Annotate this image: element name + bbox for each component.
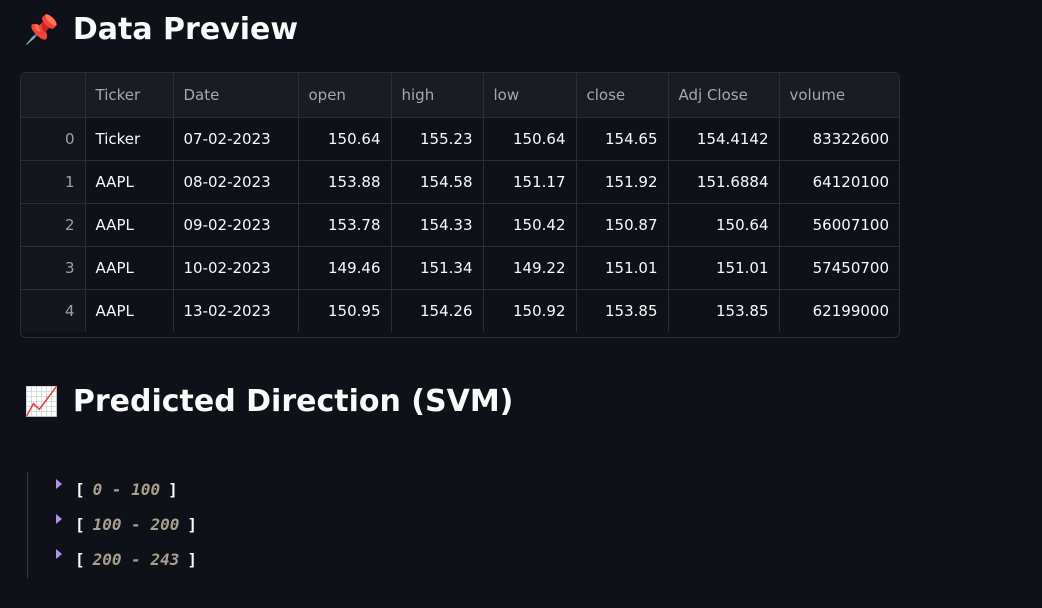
json-group-label[interactable]: [ 200 - 243 ] xyxy=(75,550,197,569)
cell-open[interactable]: 150.95 xyxy=(298,289,392,332)
cell-date[interactable]: 10-02-2023 xyxy=(173,246,299,290)
cell-low[interactable]: 150.92 xyxy=(483,289,577,332)
cell-volume[interactable]: 83322600 xyxy=(779,117,899,161)
cell-ticker[interactable]: AAPL xyxy=(85,246,174,290)
column-header-high[interactable]: high xyxy=(391,73,484,118)
cell-adj-close[interactable]: 153.85 xyxy=(668,289,780,332)
cell-low[interactable]: 149.22 xyxy=(483,246,577,290)
json-group-label[interactable]: [ 0 - 100 ] xyxy=(75,480,178,499)
cell-close[interactable]: 151.92 xyxy=(576,160,669,204)
table-row: 2 AAPL 09-02-2023 153.78 154.33 150.42 1… xyxy=(21,203,899,247)
table-header-row: Ticker Date open high low close Adj Clos… xyxy=(21,73,899,118)
cell-adj-close[interactable]: 150.64 xyxy=(668,203,780,247)
app-page: 📌 Data Preview Ticker Date open high low… xyxy=(0,0,1042,608)
json-tree: [ 0 - 100 ] [ 100 - 200 ] [ 200 - 243 ] xyxy=(27,472,197,578)
cell-close[interactable]: 153.85 xyxy=(576,289,669,332)
column-header-close[interactable]: close xyxy=(576,73,669,118)
open-bracket: [ xyxy=(75,550,85,569)
cell-volume[interactable]: 64120100 xyxy=(779,160,899,204)
data-preview-table[interactable]: Ticker Date open high low close Adj Clos… xyxy=(20,72,900,338)
predicted-direction-heading: 📈 Predicted Direction (SVM) xyxy=(24,384,513,419)
column-header-open[interactable]: open xyxy=(298,73,392,118)
table-row: 3 AAPL 10-02-2023 149.46 151.34 149.22 1… xyxy=(21,246,899,290)
range-text: 200 - 243 xyxy=(92,550,180,569)
caret-right-icon[interactable] xyxy=(56,479,62,489)
cell-date[interactable]: 09-02-2023 xyxy=(173,203,299,247)
open-bracket: [ xyxy=(75,515,85,534)
json-group-toggle[interactable]: [ 0 - 100 ] xyxy=(56,472,197,507)
cell-high[interactable]: 151.34 xyxy=(391,246,484,290)
cell-volume[interactable]: 62199000 xyxy=(779,289,899,332)
cell-date[interactable]: 13-02-2023 xyxy=(173,289,299,332)
predicted-direction-title: Predicted Direction (SVM) xyxy=(72,384,514,419)
pushpin-icon: 📌 xyxy=(24,12,59,46)
cell-close[interactable]: 150.87 xyxy=(576,203,669,247)
cell-low[interactable]: 150.42 xyxy=(483,203,577,247)
cell-high[interactable]: 154.58 xyxy=(391,160,484,204)
cell-open[interactable]: 153.88 xyxy=(298,160,392,204)
cell-volume[interactable]: 56007100 xyxy=(779,203,899,247)
table-row: 4 AAPL 13-02-2023 150.95 154.26 150.92 1… xyxy=(21,289,899,332)
close-bracket: ] xyxy=(187,550,197,569)
column-header-adj-close[interactable]: Adj Close xyxy=(668,73,780,118)
cell-date[interactable]: 07-02-2023 xyxy=(173,117,299,161)
caret-right-icon[interactable] xyxy=(56,549,62,559)
cell-open[interactable]: 150.64 xyxy=(298,117,392,161)
range-text: 0 - 100 xyxy=(92,480,161,499)
row-index: 2 xyxy=(21,203,86,247)
json-group-label[interactable]: [ 100 - 200 ] xyxy=(75,515,197,534)
cell-ticker[interactable]: Ticker xyxy=(85,117,174,161)
cell-ticker[interactable]: AAPL xyxy=(85,289,174,332)
cell-high[interactable]: 155.23 xyxy=(391,117,484,161)
close-bracket: ] xyxy=(168,480,178,499)
range-text: 100 - 200 xyxy=(92,515,180,534)
column-header-ticker[interactable]: Ticker xyxy=(85,73,174,118)
table-row: 0 Ticker 07-02-2023 150.64 155.23 150.64… xyxy=(21,117,899,161)
cell-adj-close[interactable]: 151.6884 xyxy=(668,160,780,204)
table-row: 1 AAPL 08-02-2023 153.88 154.58 151.17 1… xyxy=(21,160,899,204)
cell-low[interactable]: 151.17 xyxy=(483,160,577,204)
cell-ticker[interactable]: AAPL xyxy=(85,160,174,204)
data-preview-heading: 📌 Data Preview xyxy=(24,12,298,47)
row-index: 4 xyxy=(21,289,86,332)
cell-high[interactable]: 154.33 xyxy=(391,203,484,247)
cell-adj-close[interactable]: 154.4142 xyxy=(668,117,780,161)
cell-adj-close[interactable]: 151.01 xyxy=(668,246,780,290)
json-group-toggle[interactable]: [ 100 - 200 ] xyxy=(56,507,197,542)
cell-close[interactable]: 154.65 xyxy=(576,117,669,161)
cell-close[interactable]: 151.01 xyxy=(576,246,669,290)
column-header-date[interactable]: Date xyxy=(173,73,299,118)
caret-right-icon[interactable] xyxy=(56,514,62,524)
chart-increasing-icon: 📈 xyxy=(24,384,59,418)
cell-open[interactable]: 149.46 xyxy=(298,246,392,290)
cell-date[interactable]: 08-02-2023 xyxy=(173,160,299,204)
cell-low[interactable]: 150.64 xyxy=(483,117,577,161)
column-header-low[interactable]: low xyxy=(483,73,577,118)
column-header-volume[interactable]: volume xyxy=(779,73,899,118)
data-preview-title: Data Preview xyxy=(72,12,299,47)
row-index: 1 xyxy=(21,160,86,204)
cell-open[interactable]: 153.78 xyxy=(298,203,392,247)
cell-high[interactable]: 154.26 xyxy=(391,289,484,332)
cell-ticker[interactable]: AAPL xyxy=(85,203,174,247)
row-index: 3 xyxy=(21,246,86,290)
open-bracket: [ xyxy=(75,480,85,499)
row-index: 0 xyxy=(21,117,86,161)
column-header-index[interactable] xyxy=(21,73,86,118)
close-bracket: ] xyxy=(187,515,197,534)
cell-volume[interactable]: 57450700 xyxy=(779,246,899,290)
json-group-toggle[interactable]: [ 200 - 243 ] xyxy=(56,542,197,577)
